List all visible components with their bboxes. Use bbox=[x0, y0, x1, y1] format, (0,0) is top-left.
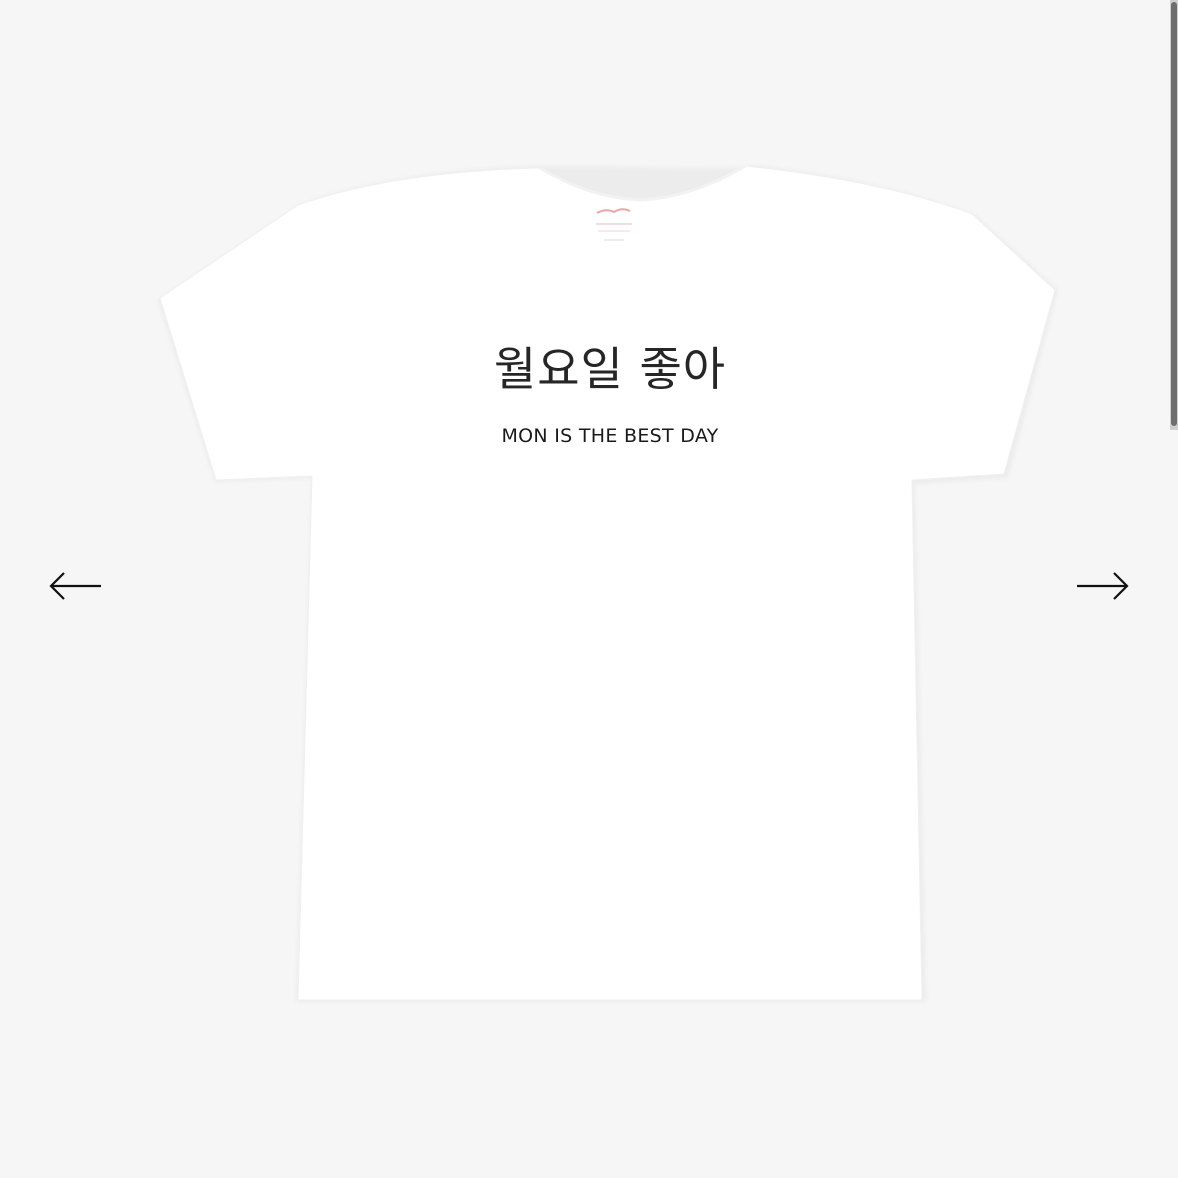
arrow-right-icon bbox=[1077, 572, 1129, 600]
shirt-print-english: MON IS THE BEST DAY bbox=[501, 425, 719, 447]
product-image: 월요일 좋아 MON IS THE BEST DAY bbox=[0, 0, 1178, 1178]
arrow-left-icon bbox=[49, 572, 101, 600]
page-scrollbar[interactable] bbox=[1170, 0, 1178, 430]
previous-image-button[interactable] bbox=[45, 560, 105, 612]
scrollbar-thumb[interactable] bbox=[1171, 2, 1177, 426]
image-gallery-viewer: 월요일 좋아 MON IS THE BEST DAY bbox=[0, 0, 1178, 1178]
shirt-print-korean: 월요일 좋아 bbox=[493, 342, 727, 396]
next-image-button[interactable] bbox=[1073, 560, 1133, 612]
tshirt-image bbox=[158, 164, 1058, 1002]
